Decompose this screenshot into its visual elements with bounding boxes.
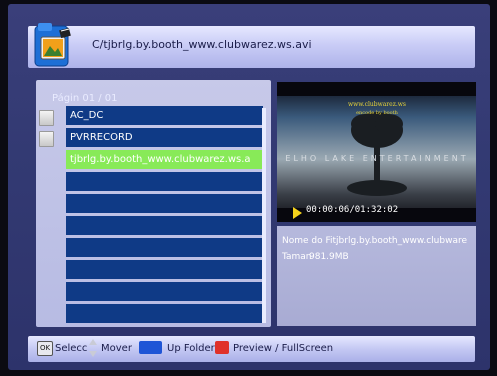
folder-icon (39, 110, 54, 126)
list-item[interactable] (66, 216, 263, 235)
move-arrows-icon (89, 339, 97, 357)
list-item-pvrrecord[interactable]: PVRRECORD (66, 128, 263, 147)
list-item[interactable] (66, 260, 263, 279)
list-item[interactable] (66, 304, 263, 323)
folder-icon (39, 131, 54, 147)
blue-key-icon (139, 341, 162, 354)
video-preview[interactable]: www.clubwarez.ws encode by booth ELHO LA… (277, 82, 476, 222)
list-item-selected-file[interactable]: tjbrlg.by.booth_www.clubwarez.ws.a (66, 150, 263, 169)
move-hint: Mover (101, 343, 132, 354)
select-hint: Selecc (55, 343, 88, 354)
list-item-label: PVRRECORD (70, 132, 133, 143)
list-item[interactable] (66, 172, 263, 191)
list-scrollbar[interactable] (262, 108, 266, 323)
list-item-ac-dc[interactable]: AC_DC (66, 106, 263, 125)
file-name-info: Nome do Fitjbrlg.by.booth_www.clubware (282, 236, 467, 246)
folder-film-icon (34, 23, 71, 67)
page-indicator: Págin 01 / 01 (52, 93, 118, 104)
list-item[interactable] (66, 194, 263, 213)
up-folder-hint: Up Folder (167, 343, 215, 354)
file-list: AC_DC PVRRECORD tjbrlg.by.booth_www.club… (66, 106, 263, 326)
file-size-value: 981.9MB (309, 252, 349, 262)
preview-hint: Preview / FullScreen (233, 343, 334, 354)
ok-key-icon: OK (37, 341, 53, 356)
play-icon (293, 207, 302, 219)
list-item-label: tjbrlg.by.booth_www.clubwarez.ws.a (70, 154, 251, 165)
preview-frame: www.clubwarez.ws encode by booth ELHO LA… (277, 82, 476, 222)
red-key-icon (215, 341, 229, 354)
list-item[interactable] (66, 282, 263, 301)
list-item[interactable] (66, 238, 263, 257)
list-item-label: AC_DC (70, 110, 104, 121)
playback-time: 00:00:06/01:32:02 (306, 205, 399, 215)
file-size-label: Taman (282, 252, 312, 262)
current-path: C/tjbrlg.by.booth_www.clubwarez.ws.avi (92, 38, 312, 51)
preview-overlay-sub: encode by booth (356, 110, 399, 116)
preview-overlay-title: ELHO LAKE ENTERTAINMENT (285, 154, 468, 163)
preview-overlay-top: www.clubwarez.ws (348, 101, 406, 108)
